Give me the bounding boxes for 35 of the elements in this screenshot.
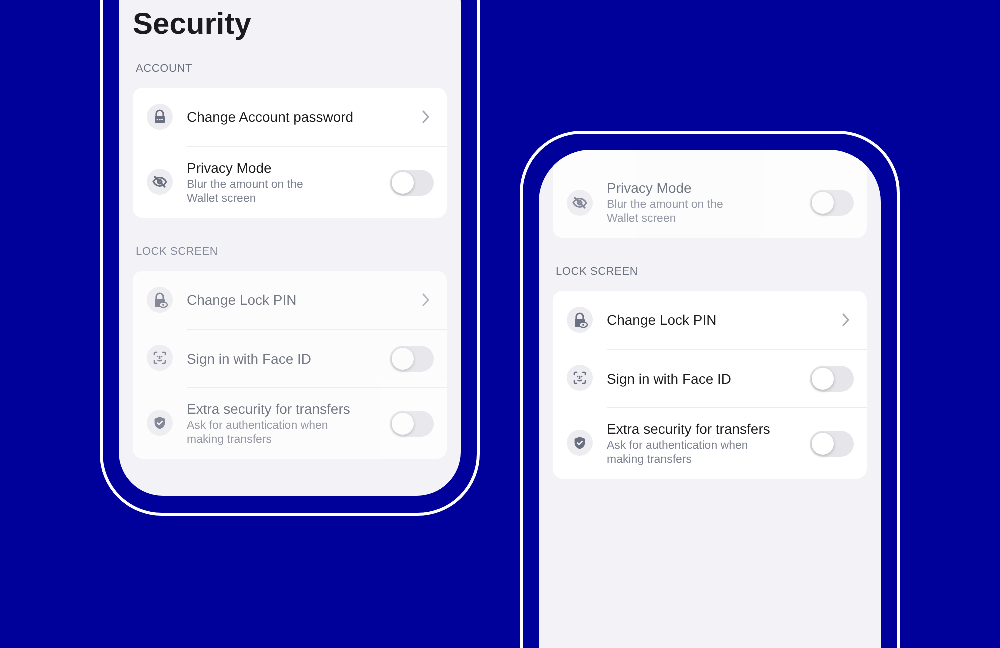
chevron-icon[interactable] <box>422 293 430 307</box>
section-header: ACCOUNT <box>135 62 194 76</box>
face-scan-icon <box>147 345 173 371</box>
setting-description: Ask for authentication when making transfers <box>607 439 750 467</box>
setting-label: Change Lock PIN <box>607 311 718 329</box>
page-title: Security <box>133 7 252 43</box>
section-header: LOCK SCREEN <box>135 245 220 259</box>
padlock-icon <box>147 104 173 130</box>
setting-label: Change Account password <box>187 108 355 126</box>
setting-label: Privacy Mode <box>187 159 273 177</box>
setting-label: Sign in with Face ID <box>607 370 732 388</box>
toggle-switch[interactable] <box>810 190 854 216</box>
setting-label: Change Lock PIN <box>187 291 298 309</box>
setting-label: Privacy Mode <box>607 179 693 197</box>
chevron-icon[interactable] <box>422 110 430 124</box>
setting-label: Sign in with Face ID <box>187 350 312 368</box>
eye-slash-icon <box>567 190 593 216</box>
chevron-icon[interactable] <box>842 313 850 327</box>
toggle-switch[interactable] <box>390 346 434 372</box>
toggle-switch[interactable] <box>810 366 854 392</box>
lock-eye-icon <box>567 307 593 333</box>
shield-check-icon <box>147 410 173 436</box>
toggle-switch[interactable] <box>390 410 434 436</box>
section-header: LOCK SCREEN <box>555 265 640 279</box>
setting-label: Extra security for transfers <box>187 400 352 418</box>
setting-description: Ask for authentication when making transfers <box>187 419 330 447</box>
setting-description: Blur the amount on the Wallet screen <box>187 178 304 206</box>
toggle-switch[interactable] <box>810 430 854 456</box>
face-scan-icon <box>567 365 593 391</box>
toggle-switch[interactable] <box>390 170 434 196</box>
setting-description: Blur the amount on the Wallet screen <box>607 198 724 226</box>
eye-slash-icon <box>147 169 173 195</box>
lock-eye-icon <box>147 287 173 313</box>
shield-check-icon <box>567 430 593 456</box>
setting-label: Extra security for transfers <box>607 420 772 438</box>
